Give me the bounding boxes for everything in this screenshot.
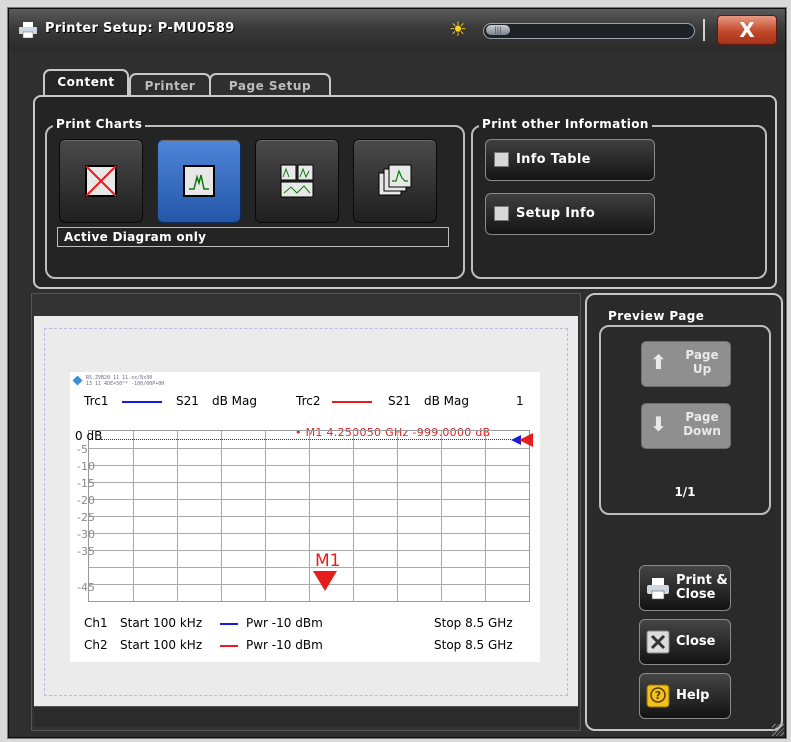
stacked-diagrams-button[interactable]: [353, 139, 437, 223]
trc1-color-line: [122, 401, 162, 403]
svg-text:?: ?: [655, 689, 661, 702]
title-bar: Printer Setup: P-MU0589 ☀ ||| X: [9, 9, 785, 51]
y-label: -15: [77, 477, 95, 490]
y-label: -10: [77, 460, 95, 473]
y-label: -5: [77, 443, 88, 456]
brightness-slider[interactable]: |||: [483, 23, 695, 39]
y-label: -25: [77, 511, 95, 524]
print-charts-label: Print Charts: [53, 117, 146, 131]
preview-controls-panel: Preview Page ⬆ Page Up ⬇ Page Down 1/1 P…: [585, 293, 783, 731]
content-panel: Print Charts Active Diagram only Print o…: [33, 95, 777, 289]
arrow-up-icon: ⬆: [650, 350, 667, 374]
ch2-color-line: [220, 645, 238, 647]
single-diagram-icon: [183, 165, 215, 197]
preview-page-group: ⬆ Page Up ⬇ Page Down 1/1: [599, 325, 771, 515]
page-up-button[interactable]: ⬆ Page Up: [641, 341, 731, 387]
preview-page-label: Preview Page: [605, 309, 708, 323]
ch1-stop: Stop 8.5 GHz: [434, 616, 513, 630]
page-down-button[interactable]: ⬇ Page Down: [641, 403, 731, 449]
ch1-label: Ch1: [84, 616, 108, 630]
arrow-down-icon: ⬇: [650, 412, 667, 436]
all-diagrams-button[interactable]: [255, 139, 339, 223]
diagram-plot: 0 dB -5 -10 -15 -20 -25 -30 -35 -45 M1: [75, 429, 533, 602]
ch1-power: Pwr -10 dBm: [246, 616, 323, 630]
info-table-toggle[interactable]: Info Table: [485, 139, 655, 181]
reference-level-arrows: [511, 433, 533, 447]
trc2-format: dB Mag: [424, 394, 469, 408]
no-chart-button[interactable]: [59, 139, 143, 223]
page-down-label: Page: [685, 410, 719, 424]
resize-grip[interactable]: [772, 724, 784, 736]
help-icon: ?: [646, 684, 670, 708]
close-icon: [646, 630, 670, 654]
reference-trace: [101, 439, 511, 440]
active-diagram-button[interactable]: [157, 139, 241, 223]
printer-icon: [19, 22, 37, 38]
marker-triangle: [313, 571, 337, 591]
page-up-label: Page: [685, 348, 719, 362]
y-label: -45: [77, 581, 95, 594]
y-label-0db: 0 dB: [75, 429, 103, 443]
ch1-start: Start 100 kHz: [120, 616, 203, 630]
y-label: -30: [77, 528, 95, 541]
window-close-button[interactable]: X: [717, 15, 777, 45]
close-label: Close: [676, 634, 716, 649]
print-charts-status: Active Diagram only: [57, 227, 449, 247]
y-label: -35: [77, 545, 95, 558]
slider-thumb[interactable]: |||: [486, 25, 510, 35]
preview-canvas: RS.ZVB20 11 11.xx/8x30 13 11 4DE+50°° -1…: [34, 316, 578, 706]
help-label: Help: [676, 688, 710, 703]
ch2-label: Ch2: [84, 638, 108, 652]
trc1-name: Trc1: [84, 394, 109, 408]
window-title: Printer Setup: P-MU0589: [45, 21, 235, 36]
preview-header-info: RS.ZVB20 11 11.xx/8x30 13 11 4DE+50°° -1…: [86, 375, 164, 387]
print-close-button[interactable]: Print & Close: [639, 565, 731, 611]
close-button[interactable]: Close: [639, 619, 731, 665]
stacked-diagrams-icon: [378, 164, 412, 196]
y-label: -20: [77, 494, 95, 507]
trc2-name: Trc2: [296, 394, 321, 408]
trc1-format: dB Mag: [212, 394, 257, 408]
ch1-color-line: [220, 623, 238, 625]
printer-setup-dialog: Printer Setup: P-MU0589 ☀ ||| X Content …: [8, 8, 786, 738]
page-up-label: Up: [692, 362, 712, 376]
all-diagrams-icon: [280, 164, 314, 198]
preview-page: RS.ZVB20 11 11.xx/8x30 13 11 4DE+50°° -1…: [70, 372, 540, 662]
preview-scrollbar[interactable]: [34, 706, 578, 727]
help-button[interactable]: ? Help: [639, 673, 731, 719]
setup-info-checkbox[interactable]: [494, 206, 509, 221]
setup-info-label: Setup Info: [516, 206, 596, 221]
trc2-param: S21: [388, 394, 411, 408]
info-table-label: Info Table: [516, 152, 591, 167]
print-other-info-group: Print other Information Info Table Setup…: [471, 117, 767, 279]
header-line: 13 11 4DE+50°° -100/00P+0H: [86, 381, 165, 387]
print-preview-area: RS.ZVB20 11 11.xx/8x30 13 11 4DE+50°° -1…: [31, 293, 581, 731]
trc1-param: S21: [176, 394, 199, 408]
page-count: 1/1: [674, 485, 696, 499]
marker-label: M1: [315, 551, 341, 571]
info-table-checkbox[interactable]: [494, 152, 509, 167]
ch2-stop: Stop 8.5 GHz: [434, 638, 513, 652]
printer-icon: [647, 578, 669, 600]
no-chart-icon: [85, 165, 117, 197]
setup-info-toggle[interactable]: Setup Info: [485, 193, 655, 235]
ch2-start: Start 100 kHz: [120, 638, 203, 652]
trc2-number: 1: [516, 394, 524, 408]
print-close-label: Close: [676, 587, 716, 602]
ch2-power: Pwr -10 dBm: [246, 638, 323, 652]
trc2-color-line: [332, 401, 372, 403]
print-close-label: Print &: [676, 573, 728, 588]
print-other-info-label: Print other Information: [479, 117, 652, 131]
print-charts-group: Print Charts Active Diagram only: [45, 117, 465, 279]
title-separator: [703, 19, 705, 41]
brightness-icon: ☀: [449, 17, 467, 41]
logo-icon: [72, 375, 83, 386]
page-down-label: Down: [683, 424, 721, 438]
